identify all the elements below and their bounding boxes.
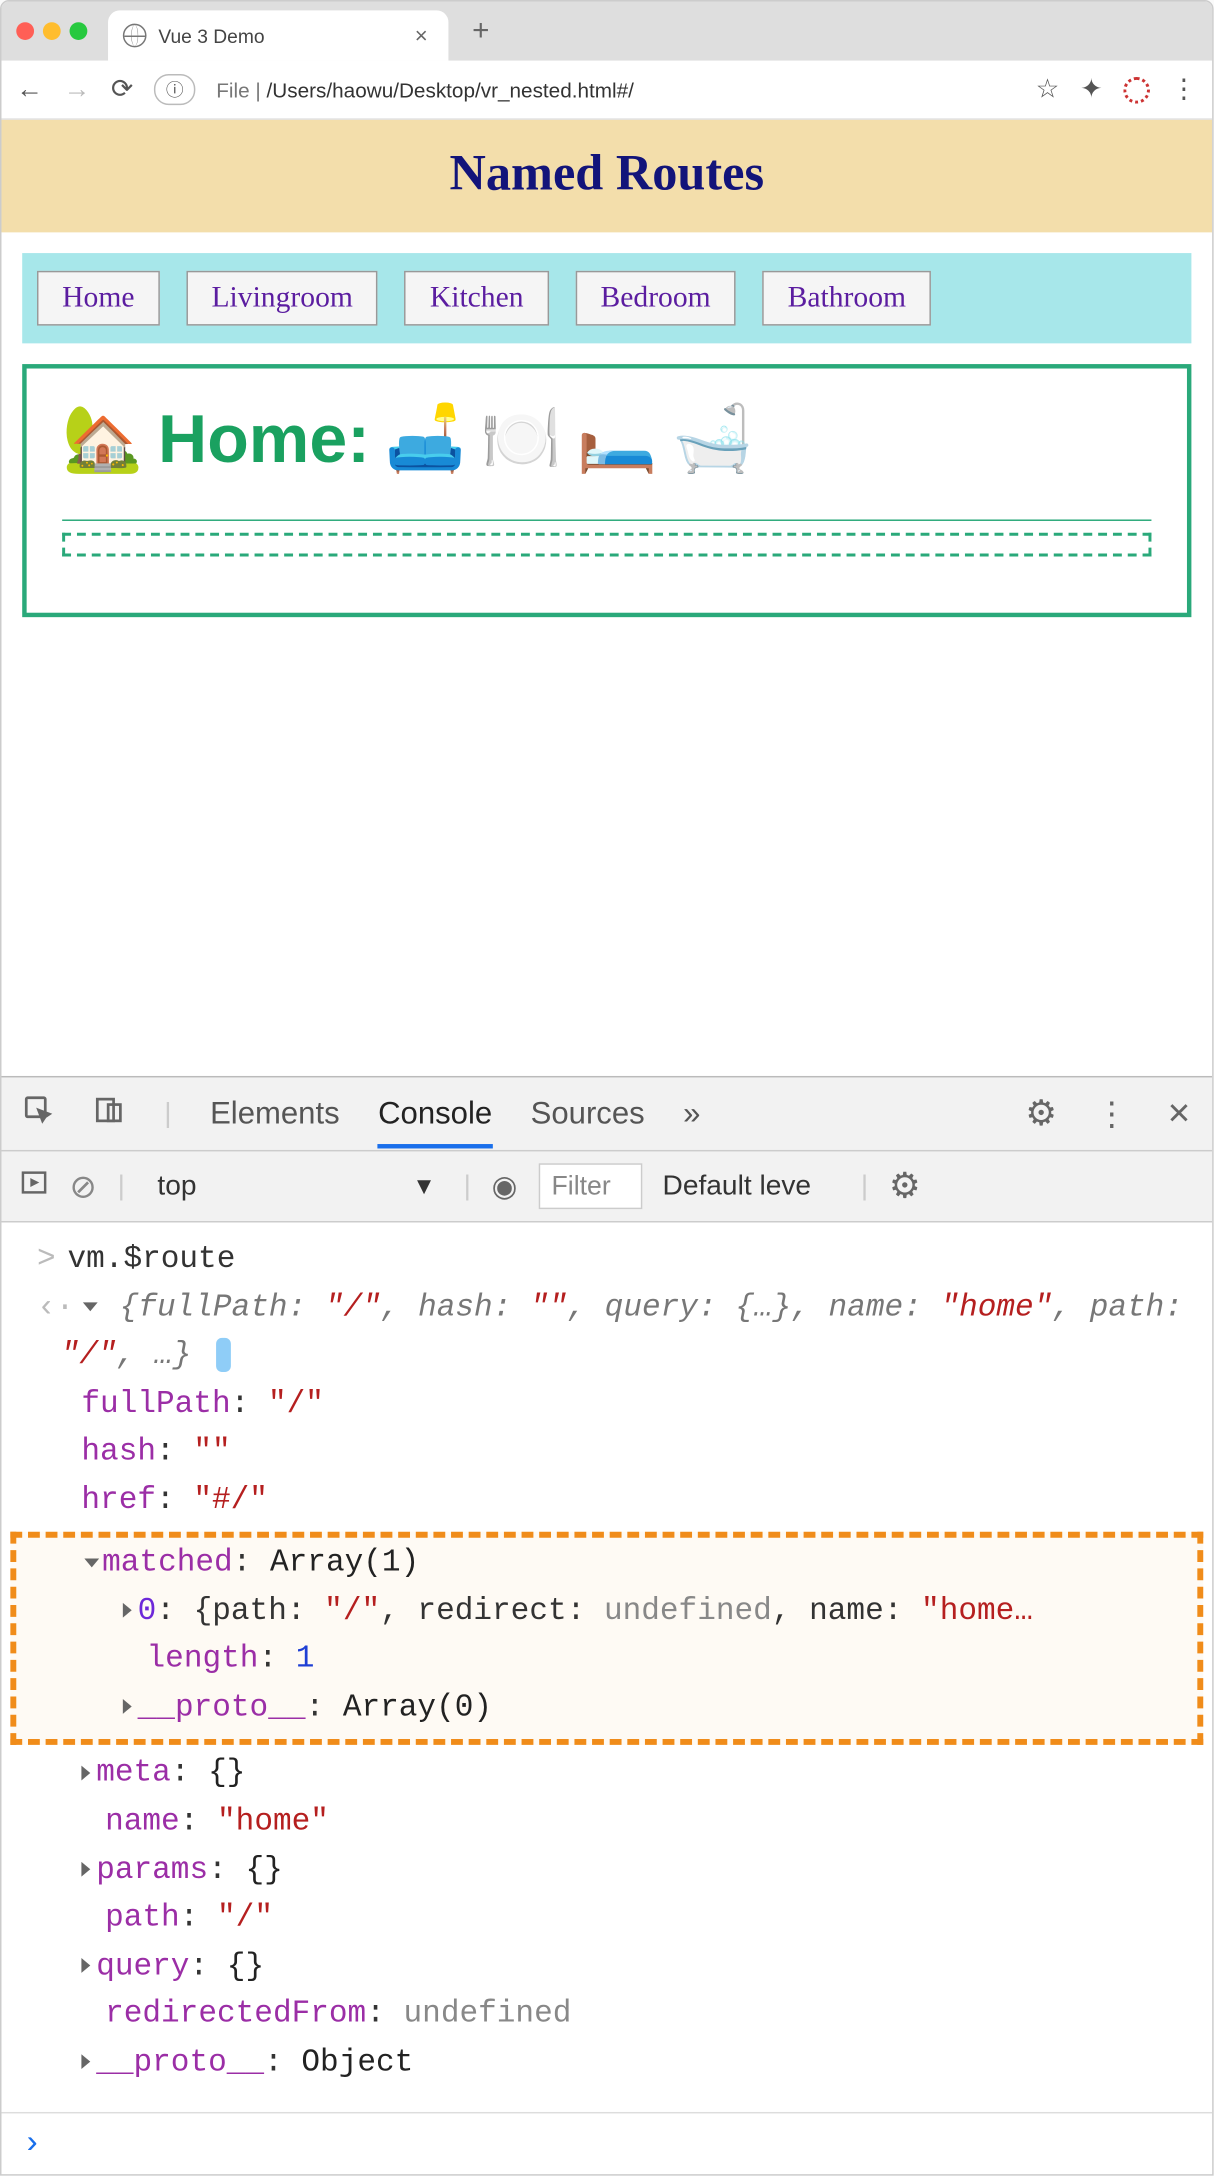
- expand-icon[interactable]: [84, 1558, 99, 1567]
- filter-input[interactable]: Filter: [538, 1163, 642, 1209]
- minimize-window-icon[interactable]: [43, 22, 61, 40]
- address-bar: ← → ⟳ ⓘ File | /Users/haowu/Desktop/vr_n…: [1, 61, 1212, 120]
- extensions-icon[interactable]: ✦: [1080, 74, 1102, 105]
- window-controls: [16, 22, 87, 40]
- expand-icon[interactable]: [123, 1700, 132, 1715]
- device-toggle-icon[interactable]: [93, 1093, 126, 1134]
- log-level-select[interactable]: Default leve: [663, 1170, 841, 1203]
- tab-console[interactable]: Console: [378, 1096, 492, 1148]
- console-toolbar: ⊘ | top ▾ | ◉ Filter Default leve | ⚙: [1, 1151, 1212, 1222]
- close-window-icon[interactable]: [16, 22, 34, 40]
- back-button[interactable]: ←: [16, 74, 43, 105]
- devtools-tabs: | Elements Console Sources » ⚙ ⋮ ✕: [1, 1077, 1212, 1151]
- console-output[interactable]: >vm.$route ‹· {fullPath: "/", hash: "", …: [1, 1222, 1212, 2112]
- bed-icon: 🛏️: [576, 400, 657, 477]
- tab-title: Vue 3 Demo: [158, 24, 264, 46]
- tab-sources[interactable]: Sources: [531, 1096, 645, 1132]
- expand-icon[interactable]: [81, 1766, 90, 1781]
- new-tab-button[interactable]: +: [460, 11, 501, 51]
- nav-bathroom[interactable]: Bathroom: [762, 271, 931, 326]
- info-badge-icon[interactable]: i: [216, 1338, 231, 1372]
- url-field[interactable]: File | /Users/haowu/Desktop/vr_nested.ht…: [216, 78, 1015, 102]
- output-prompt: ‹·: [37, 1291, 74, 1325]
- page-title: Named Routes: [1, 147, 1212, 203]
- maximize-window-icon[interactable]: [70, 22, 88, 40]
- inspect-element-icon[interactable]: [22, 1093, 55, 1134]
- nav-container: Home Livingroom Kitchen Bedroom Bathroom: [22, 253, 1191, 343]
- reload-button[interactable]: ⟳: [111, 74, 133, 105]
- console-settings-icon[interactable]: ⚙: [889, 1165, 921, 1208]
- vue-devtools-icon[interactable]: [1123, 76, 1150, 103]
- more-icon[interactable]: ⋮: [1096, 1094, 1129, 1132]
- expand-icon[interactable]: [81, 1862, 90, 1877]
- home-label: Home:: [158, 398, 370, 478]
- tabs-more[interactable]: »: [683, 1096, 700, 1132]
- nav-kitchen[interactable]: Kitchen: [405, 271, 549, 326]
- page-content: Named Routes Home Livingroom Kitchen Bed…: [1, 120, 1212, 1076]
- expand-icon[interactable]: [81, 2055, 90, 2070]
- nested-router-view: [62, 533, 1151, 557]
- live-expression-icon[interactable]: ◉: [492, 1168, 518, 1205]
- close-tab-icon[interactable]: ×: [415, 23, 428, 48]
- bath-icon: 🛁: [672, 400, 753, 477]
- globe-icon: [123, 24, 147, 48]
- close-devtools-icon[interactable]: ✕: [1167, 1095, 1192, 1132]
- input-prompt: >: [37, 1243, 56, 1277]
- settings-icon[interactable]: ⚙: [1025, 1092, 1057, 1135]
- nav-livingroom[interactable]: Livingroom: [186, 271, 378, 326]
- page-banner: Named Routes: [1, 120, 1212, 232]
- forward-button[interactable]: →: [64, 74, 91, 105]
- sofa-icon: 🛋️: [385, 400, 466, 477]
- tab-bar: Vue 3 Demo × +: [1, 1, 1212, 60]
- tab-active[interactable]: Vue 3 Demo ×: [108, 10, 448, 60]
- router-view: 🏡 Home: 🛋️ 🍽️ 🛏️ 🛁: [22, 364, 1191, 617]
- tab-elements[interactable]: Elements: [210, 1096, 340, 1132]
- browser-window: Vue 3 Demo × + ← → ⟳ ⓘ File | /Users/hao…: [0, 0, 1214, 2176]
- toolbar-icons: ☆ ✦ ⋮: [1036, 74, 1198, 105]
- house-icon: 🏡: [62, 400, 143, 477]
- site-info-icon[interactable]: ⓘ: [154, 74, 195, 105]
- nav-bedroom[interactable]: Bedroom: [575, 271, 735, 326]
- plate-icon: 🍽️: [481, 400, 562, 477]
- chevron-down-icon: ▾: [417, 1169, 431, 1203]
- empty-space: [1, 662, 1212, 1076]
- clear-console-icon[interactable]: ⊘: [70, 1167, 97, 1205]
- console-input-value: vm.$route: [68, 1243, 236, 1277]
- expand-icon[interactable]: [83, 1302, 98, 1311]
- console-prompt[interactable]: ›: [1, 2112, 1212, 2174]
- highlighted-property: matched: Array(1) 0: {path: "/", redirec…: [10, 1532, 1203, 1745]
- bookmark-icon[interactable]: ☆: [1036, 74, 1060, 105]
- nav-home[interactable]: Home: [37, 271, 160, 326]
- divider: [62, 519, 1151, 520]
- expand-icon[interactable]: [123, 1603, 132, 1618]
- devtools-panel: | Elements Console Sources » ⚙ ⋮ ✕ ⊘ | t…: [1, 1076, 1212, 2175]
- menu-icon[interactable]: ⋮: [1171, 74, 1198, 105]
- context-select[interactable]: top ▾: [146, 1166, 443, 1206]
- home-heading: 🏡 Home: 🛋️ 🍽️ 🛏️ 🛁: [62, 398, 1151, 478]
- expand-icon[interactable]: [81, 1958, 90, 1973]
- toggle-sidebar-icon[interactable]: [19, 1167, 49, 1205]
